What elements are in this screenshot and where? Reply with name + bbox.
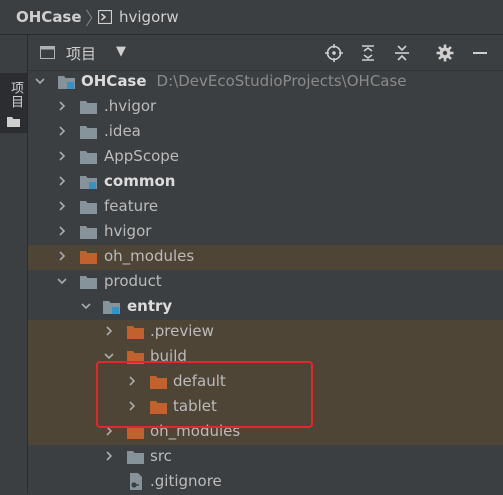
chevron-right-icon[interactable] bbox=[55, 149, 69, 163]
folder-icon bbox=[80, 126, 97, 139]
chevron-down-icon[interactable] bbox=[33, 74, 47, 88]
tree-label: .hvigor bbox=[104, 97, 157, 115]
chevron-right-icon[interactable] bbox=[55, 124, 69, 138]
project-tool-window-tab[interactable]: 项目 bbox=[0, 73, 27, 133]
module-folder-icon bbox=[58, 76, 75, 89]
tree-label: AppScope bbox=[104, 147, 179, 165]
tree-row-ohcase[interactable]: OHCase D:\DevEcoStudioProjects\OHCase bbox=[28, 70, 503, 95]
tree-label: product bbox=[104, 272, 162, 290]
tree-row-oh-modules[interactable]: oh_modules bbox=[28, 245, 503, 270]
excluded-folder-icon bbox=[127, 326, 144, 339]
tree-row-hvigor[interactable]: hvigor bbox=[28, 220, 503, 245]
breadcrumb-project[interactable]: OHCase bbox=[16, 8, 82, 26]
tree-label: common bbox=[104, 172, 176, 190]
module-folder-icon bbox=[80, 176, 97, 189]
folder-icon bbox=[80, 151, 97, 164]
project-view-icon bbox=[40, 46, 55, 59]
collapse-all-icon[interactable] bbox=[392, 43, 412, 63]
tree-row-hvigor-dir[interactable]: .hvigor bbox=[28, 95, 503, 120]
tool-window-strip: 项目 bbox=[0, 35, 28, 493]
tree-row-idea[interactable]: .idea bbox=[28, 120, 503, 145]
tree-path-hint: D:\DevEcoStudioProjects\OHCase bbox=[156, 72, 407, 90]
chevron-right-icon[interactable] bbox=[55, 199, 69, 213]
module-folder-icon bbox=[103, 301, 120, 314]
tree-row-src[interactable]: src bbox=[28, 445, 503, 470]
navigation-breadcrumb: OHCase 〉 hvigorw bbox=[0, 0, 503, 35]
tree-row-feature[interactable]: feature bbox=[28, 195, 503, 220]
terminal-file-icon bbox=[98, 10, 112, 24]
excluded-folder-icon bbox=[80, 251, 97, 264]
chevron-down-icon[interactable] bbox=[55, 274, 69, 288]
locate-target-icon[interactable] bbox=[324, 43, 344, 63]
tree-row-preview[interactable]: .preview bbox=[28, 320, 503, 345]
tree-row-common[interactable]: common bbox=[28, 170, 503, 195]
folder-icon bbox=[80, 101, 97, 114]
tree-label: .idea bbox=[104, 122, 141, 140]
breadcrumb-file[interactable]: hvigorw bbox=[119, 8, 179, 26]
tree-row-gitignore[interactable]: .gitignore bbox=[28, 470, 503, 495]
tree-row-product[interactable]: product bbox=[28, 270, 503, 295]
chevron-right-icon[interactable] bbox=[55, 249, 69, 263]
tree-label: src bbox=[150, 447, 172, 465]
project-tree: OHCase D:\DevEcoStudioProjects\OHCase .hv… bbox=[28, 70, 503, 493]
chevron-right-icon[interactable] bbox=[55, 99, 69, 113]
tree-label: hvigor bbox=[104, 222, 152, 240]
folder-icon bbox=[127, 451, 144, 464]
tree-row-entry[interactable]: entry bbox=[28, 295, 503, 320]
expand-all-icon[interactable] bbox=[358, 43, 378, 63]
chevron-right-icon[interactable] bbox=[55, 224, 69, 238]
tree-label: .gitignore bbox=[150, 472, 222, 490]
view-dropdown-chevron-icon[interactable]: ▼ bbox=[116, 44, 126, 59]
chevron-right-icon[interactable] bbox=[102, 449, 116, 463]
chevron-right-icon[interactable] bbox=[102, 324, 116, 338]
tree-label: feature bbox=[104, 197, 159, 215]
tree-label: OHCase bbox=[81, 72, 147, 90]
tree-label: .preview bbox=[150, 322, 214, 340]
folder-icon bbox=[80, 276, 97, 289]
gear-icon[interactable] bbox=[435, 43, 455, 63]
folder-icon bbox=[80, 201, 97, 214]
tree-label: oh_modules bbox=[104, 247, 195, 265]
project-tab-label: 项目 bbox=[8, 81, 23, 109]
gitignore-file-icon bbox=[130, 473, 142, 490]
chevron-right-icon[interactable] bbox=[55, 174, 69, 188]
folder-icon bbox=[80, 226, 97, 239]
tree-row-appscope[interactable]: AppScope bbox=[28, 145, 503, 170]
hide-panel-icon[interactable] bbox=[470, 43, 490, 63]
tree-label: entry bbox=[127, 297, 173, 315]
project-panel-header: 项目 ▼ bbox=[28, 35, 503, 71]
panel-title[interactable]: 项目 bbox=[66, 43, 96, 64]
chevron-down-icon[interactable] bbox=[79, 299, 93, 313]
annotation-highlight-box bbox=[96, 361, 313, 428]
folder-icon bbox=[7, 117, 20, 127]
